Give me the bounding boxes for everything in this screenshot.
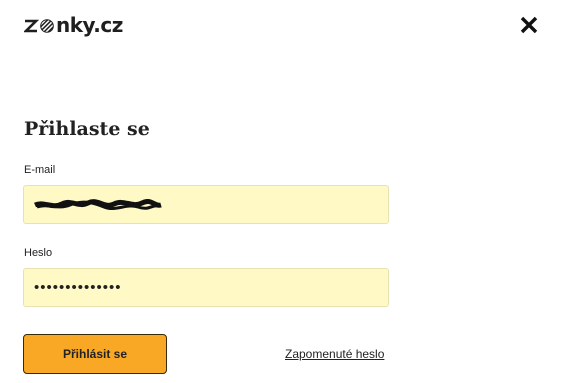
login-page: nky.cz Přihlaste se E-mail Heslo Přihlás… [0,0,569,383]
login-button[interactable]: Přihlásit se [23,334,167,374]
email-label: E-mail [24,164,56,176]
zonky-logo[interactable]: nky.cz [24,13,123,37]
forgot-password-link[interactable]: Zapomenuté heslo [285,347,384,361]
zo-logo-mark-icon [24,19,54,33]
email-field[interactable] [23,185,389,224]
close-icon[interactable] [519,15,539,35]
page-title: Přihlaste se [24,118,150,140]
password-label: Heslo [24,247,53,259]
logo-text: nky.cz [56,13,123,37]
password-field[interactable] [23,268,389,307]
